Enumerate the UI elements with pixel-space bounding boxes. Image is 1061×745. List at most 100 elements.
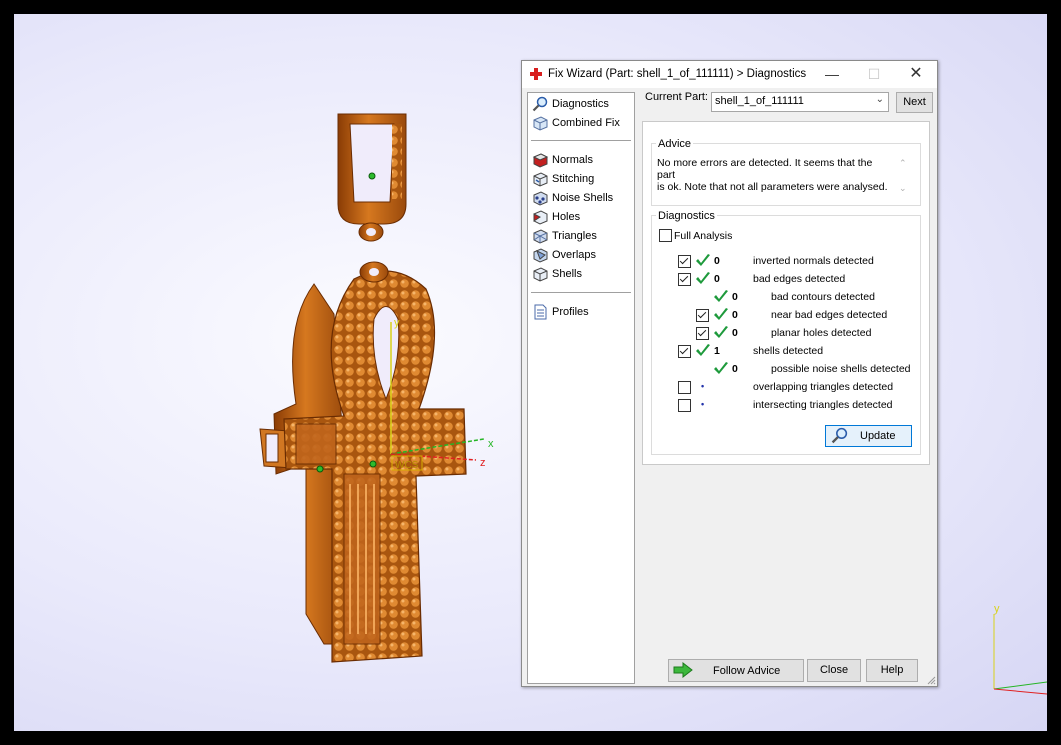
document-icon (534, 304, 547, 320)
diag-checkbox[interactable] (678, 399, 691, 412)
nav-label-shells: Shells (552, 268, 582, 280)
diag-count: 0 (732, 309, 738, 321)
close-button[interactable]: Close (807, 659, 861, 682)
noise-shells-icon (533, 191, 548, 206)
diag-checkbox[interactable] (696, 309, 709, 322)
arrow-right-icon (673, 662, 693, 678)
y-axis-label: y (394, 317, 400, 329)
diag-count: 0 (714, 255, 720, 267)
diag-count: 0 (732, 291, 738, 303)
nav-label-normals: Normals (552, 154, 593, 166)
minimize-button[interactable]: — (814, 61, 850, 88)
diag-row-label: overlapping triangles detected (753, 381, 894, 393)
triangles-cube-icon (533, 229, 548, 244)
follow-advice-button[interactable]: Follow Advice (668, 659, 804, 682)
title-bar[interactable]: Fix Wizard (Part: shell_1_of_111111) > D… (522, 61, 937, 88)
scroll-up-icon[interactable]: ⌃ (899, 158, 907, 169)
diag-count: 0 (714, 273, 720, 285)
diag-row-label: bad contours detected (771, 291, 875, 303)
diag-checkbox[interactable] (678, 273, 691, 286)
diag-checkbox[interactable] (678, 345, 691, 358)
x-axis-label: x (488, 438, 494, 450)
diag-count: 1 (714, 345, 720, 357)
resize-grip-icon[interactable] (926, 675, 936, 685)
nav-item-shells[interactable]: Shells (532, 265, 632, 283)
diagnostics-caption: Diagnostics (656, 210, 717, 222)
corner-y-label: y (994, 603, 1000, 615)
z-axis-label: z (480, 457, 486, 469)
wizard-nav: Diagnostics Combined Fix Normals Stitchi… (527, 92, 635, 684)
nav-item-normals[interactable]: Normals (532, 151, 632, 169)
green-check-icon (696, 344, 710, 356)
nav-label-combined-fix: Combined Fix (552, 117, 620, 129)
advice-line-1: No more errors are detected. It seems th… (657, 157, 873, 181)
maximize-button[interactable]: ☐ (856, 61, 892, 88)
nav-label-profiles: Profiles (552, 306, 589, 318)
diag-row-label: intersecting triangles detected (753, 399, 893, 411)
update-label: Update (860, 430, 896, 442)
green-check-icon (696, 272, 710, 284)
next-button[interactable]: Next (896, 92, 933, 113)
nav-label-holes: Holes (552, 211, 581, 223)
overlaps-cube-icon (533, 248, 548, 263)
corner-axis-triad: y (993, 603, 1047, 695)
current-part-label: Current Part: (645, 91, 708, 103)
nav-item-triangles[interactable]: Triangles (532, 227, 632, 245)
full-analysis-checkbox[interactable] (659, 229, 672, 242)
advice-text: No more errors are detected. It seems th… (657, 157, 892, 193)
diag-row-label: shells detected (753, 345, 824, 357)
green-check-icon (696, 254, 710, 266)
shells-cube-icon (533, 267, 548, 282)
stitching-cube-icon (533, 172, 548, 187)
nav-label-noise-shells: Noise Shells (552, 192, 614, 204)
current-part-value: shell_1_of_111111 (715, 95, 804, 107)
bail-part[interactable] (337, 113, 407, 242)
green-check-icon (714, 290, 728, 302)
advice-line-2: is ok. Note that not all parameters were… (657, 181, 888, 193)
wcs-label: WCS (395, 460, 419, 471)
pending-dot-icon: • (701, 399, 705, 409)
help-button[interactable]: Help (866, 659, 918, 682)
nav-item-stitching[interactable]: Stitching (532, 170, 632, 188)
nav-item-overlaps[interactable]: Overlaps (532, 246, 632, 264)
nav-label-stitching: Stitching (552, 173, 595, 185)
scroll-down-icon[interactable]: ⌄ (899, 183, 907, 194)
diag-row-label: bad edges detected (753, 273, 846, 285)
magnifier-icon (532, 96, 548, 112)
nav-label-triangles: Triangles (552, 230, 597, 242)
nav-item-profiles[interactable]: Profiles (532, 303, 632, 321)
holes-cube-icon (533, 210, 548, 225)
nav-separator (531, 292, 631, 293)
magnifier-icon (831, 427, 848, 444)
normals-cube-icon (532, 153, 549, 168)
green-check-icon (714, 308, 728, 320)
nav-label-overlaps: Overlaps (552, 249, 597, 261)
screen-frame: y x z WCS y Fix Wizard (Part: shell_1_of… (0, 0, 1061, 745)
green-check-icon (714, 326, 728, 338)
diag-row-label: planar holes detected (771, 327, 872, 339)
diag-checkbox[interactable] (678, 255, 691, 268)
diag-count: 0 (732, 327, 738, 339)
nav-item-holes[interactable]: Holes (532, 208, 632, 226)
diag-checkbox[interactable] (678, 381, 691, 394)
window-title: Fix Wizard (Part: shell_1_of_111111) > D… (548, 68, 807, 80)
diag-row-label: possible noise shells detected (771, 363, 911, 375)
fix-wizard-dialog[interactable]: Fix Wizard (Part: shell_1_of_111111) > D… (521, 60, 938, 687)
nav-item-combined-fix[interactable]: Combined Fix (532, 114, 632, 132)
close-window-button[interactable]: ✕ (898, 61, 934, 88)
combined-fix-icon (533, 116, 548, 131)
diag-row-label: near bad edges detected (771, 309, 888, 321)
nav-item-noise-shells[interactable]: Noise Shells (532, 189, 632, 207)
nav-item-diagnostics[interactable]: Diagnostics (532, 95, 632, 113)
red-cross-icon (530, 68, 542, 80)
update-button[interactable]: Update (825, 425, 912, 447)
current-part-select[interactable]: shell_1_of_111111 ⌄ (711, 92, 889, 112)
advice-caption: Advice (656, 138, 694, 150)
pending-dot-icon: • (701, 381, 705, 391)
diag-checkbox[interactable] (696, 327, 709, 340)
green-check-icon (714, 362, 728, 374)
nav-label-diagnostics: Diagnostics (552, 98, 609, 110)
chevron-down-icon: ⌄ (875, 94, 884, 105)
diag-count: 0 (732, 363, 738, 375)
diag-row-label: inverted normals detected (753, 255, 874, 267)
